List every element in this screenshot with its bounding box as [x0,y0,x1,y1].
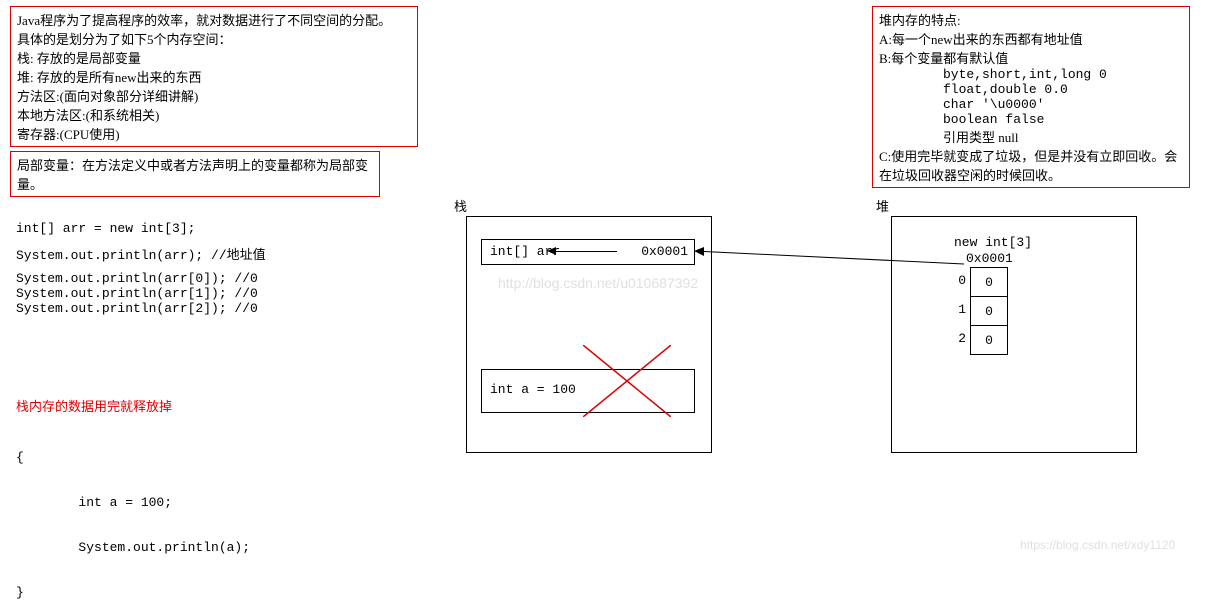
intro-l6: 本地方法区:(和系统相关) [17,105,411,124]
intro-l5: 方法区:(面向对象部分详细讲解) [17,86,411,105]
stack-arr-arrow-head [547,247,556,255]
code-c3: System.out.println(arr[0]); //0 [16,271,266,286]
heap-title: 堆 [876,196,889,215]
heap-v0: 0 [985,275,993,290]
hb-l6: char '\u0000' [879,97,1183,112]
hb-l5: float,double 0.0 [879,82,1183,97]
code-c4: System.out.println(arr[1]); //0 [16,286,266,301]
heap-addr: 0x0001 [966,251,1013,266]
heap-cell0: 0 [970,267,1008,297]
stack-arr-arrow-line [554,251,617,252]
intro-box: Java程序为了提高程序的效率，就对数据进行了不同空间的分配。 具体的是划分为了… [10,6,418,147]
stack-title: 栈 [454,196,467,215]
heap-v1: 0 [985,304,993,319]
code2-l2: int a = 100; [16,495,250,510]
heap-cell2: 0 [970,325,1008,355]
heap-cell1: 0 [970,296,1008,326]
heap-idx2: 2 [946,331,966,346]
watermark-1: http://blog.csdn.net/u010687392 [498,275,698,291]
code2-l3: System.out.println(a); [16,540,250,555]
heap-v2: 0 [985,333,993,348]
watermark-2: https://blog.csdn.net/xdy1120 [1020,538,1175,552]
hb-l4: byte,short,int,long 0 [879,67,1183,82]
hb-l8: 引用类型 null [879,127,1183,146]
hb-l9: C:使用完毕就变成了垃圾，但是并没有立即回收。会在垃圾回收器空闲的时候回收。 [879,146,1183,184]
heap-char-box: 堆内存的特点: A:每一个new出来的东西都有地址值 B:每个变量都有默认值 b… [872,6,1190,188]
intro-l3: 栈: 存放的是局部变量 [17,48,411,67]
stack-inta-box: int a = 100 [481,369,695,413]
hb-l1: 堆内存的特点: [879,10,1183,29]
hb-l7: boolean false [879,112,1183,127]
stack-arr-box: int[] arr 0x0001 [481,239,695,265]
code2-l1: { [16,450,250,465]
code-block-1: int[] arr = new int[3]; System.out.print… [16,221,266,316]
localvar-box: 局部变量：在方法定义中或者方法声明上的变量都称为局部变量。 [10,151,380,197]
hb-l2: A:每一个new出来的东西都有地址值 [879,29,1183,48]
stack-box: int[] arr 0x0001 int a = 100 [466,216,712,453]
code2-l4: } [16,585,250,600]
code-c1: int[] arr = new int[3]; [16,221,266,236]
stack-inta-text: int a = 100 [490,382,576,397]
stack-arr-addr: 0x0001 [641,244,688,259]
intro-l1: Java程序为了提高程序的效率，就对数据进行了不同空间的分配。 [17,10,411,29]
heap-array: 0 0 1 0 2 0 [970,267,1008,355]
localvar-text: 局部变量：在方法定义中或者方法声明上的变量都称为局部变量。 [17,158,368,192]
pointer-arrow [694,248,964,288]
intro-l7: 寄存器:(CPU使用) [17,124,411,143]
intro-l4: 堆: 存放的是所有new出来的东西 [17,67,411,86]
hb-l3: B:每个变量都有默认值 [879,48,1183,67]
code-c2: System.out.println(arr); //地址值 [16,244,266,263]
heap-newint: new int[3] [954,235,1032,250]
intro-l2: 具体的是划分为了如下5个内存空间： [17,29,411,48]
heap-idx1: 1 [946,302,966,317]
code-block-2: { int a = 100; System.out.println(a); } [16,420,250,615]
stack-release-note: 栈内存的数据用完就释放掉 [16,396,172,415]
code-c5: System.out.println(arr[2]); //0 [16,301,266,316]
